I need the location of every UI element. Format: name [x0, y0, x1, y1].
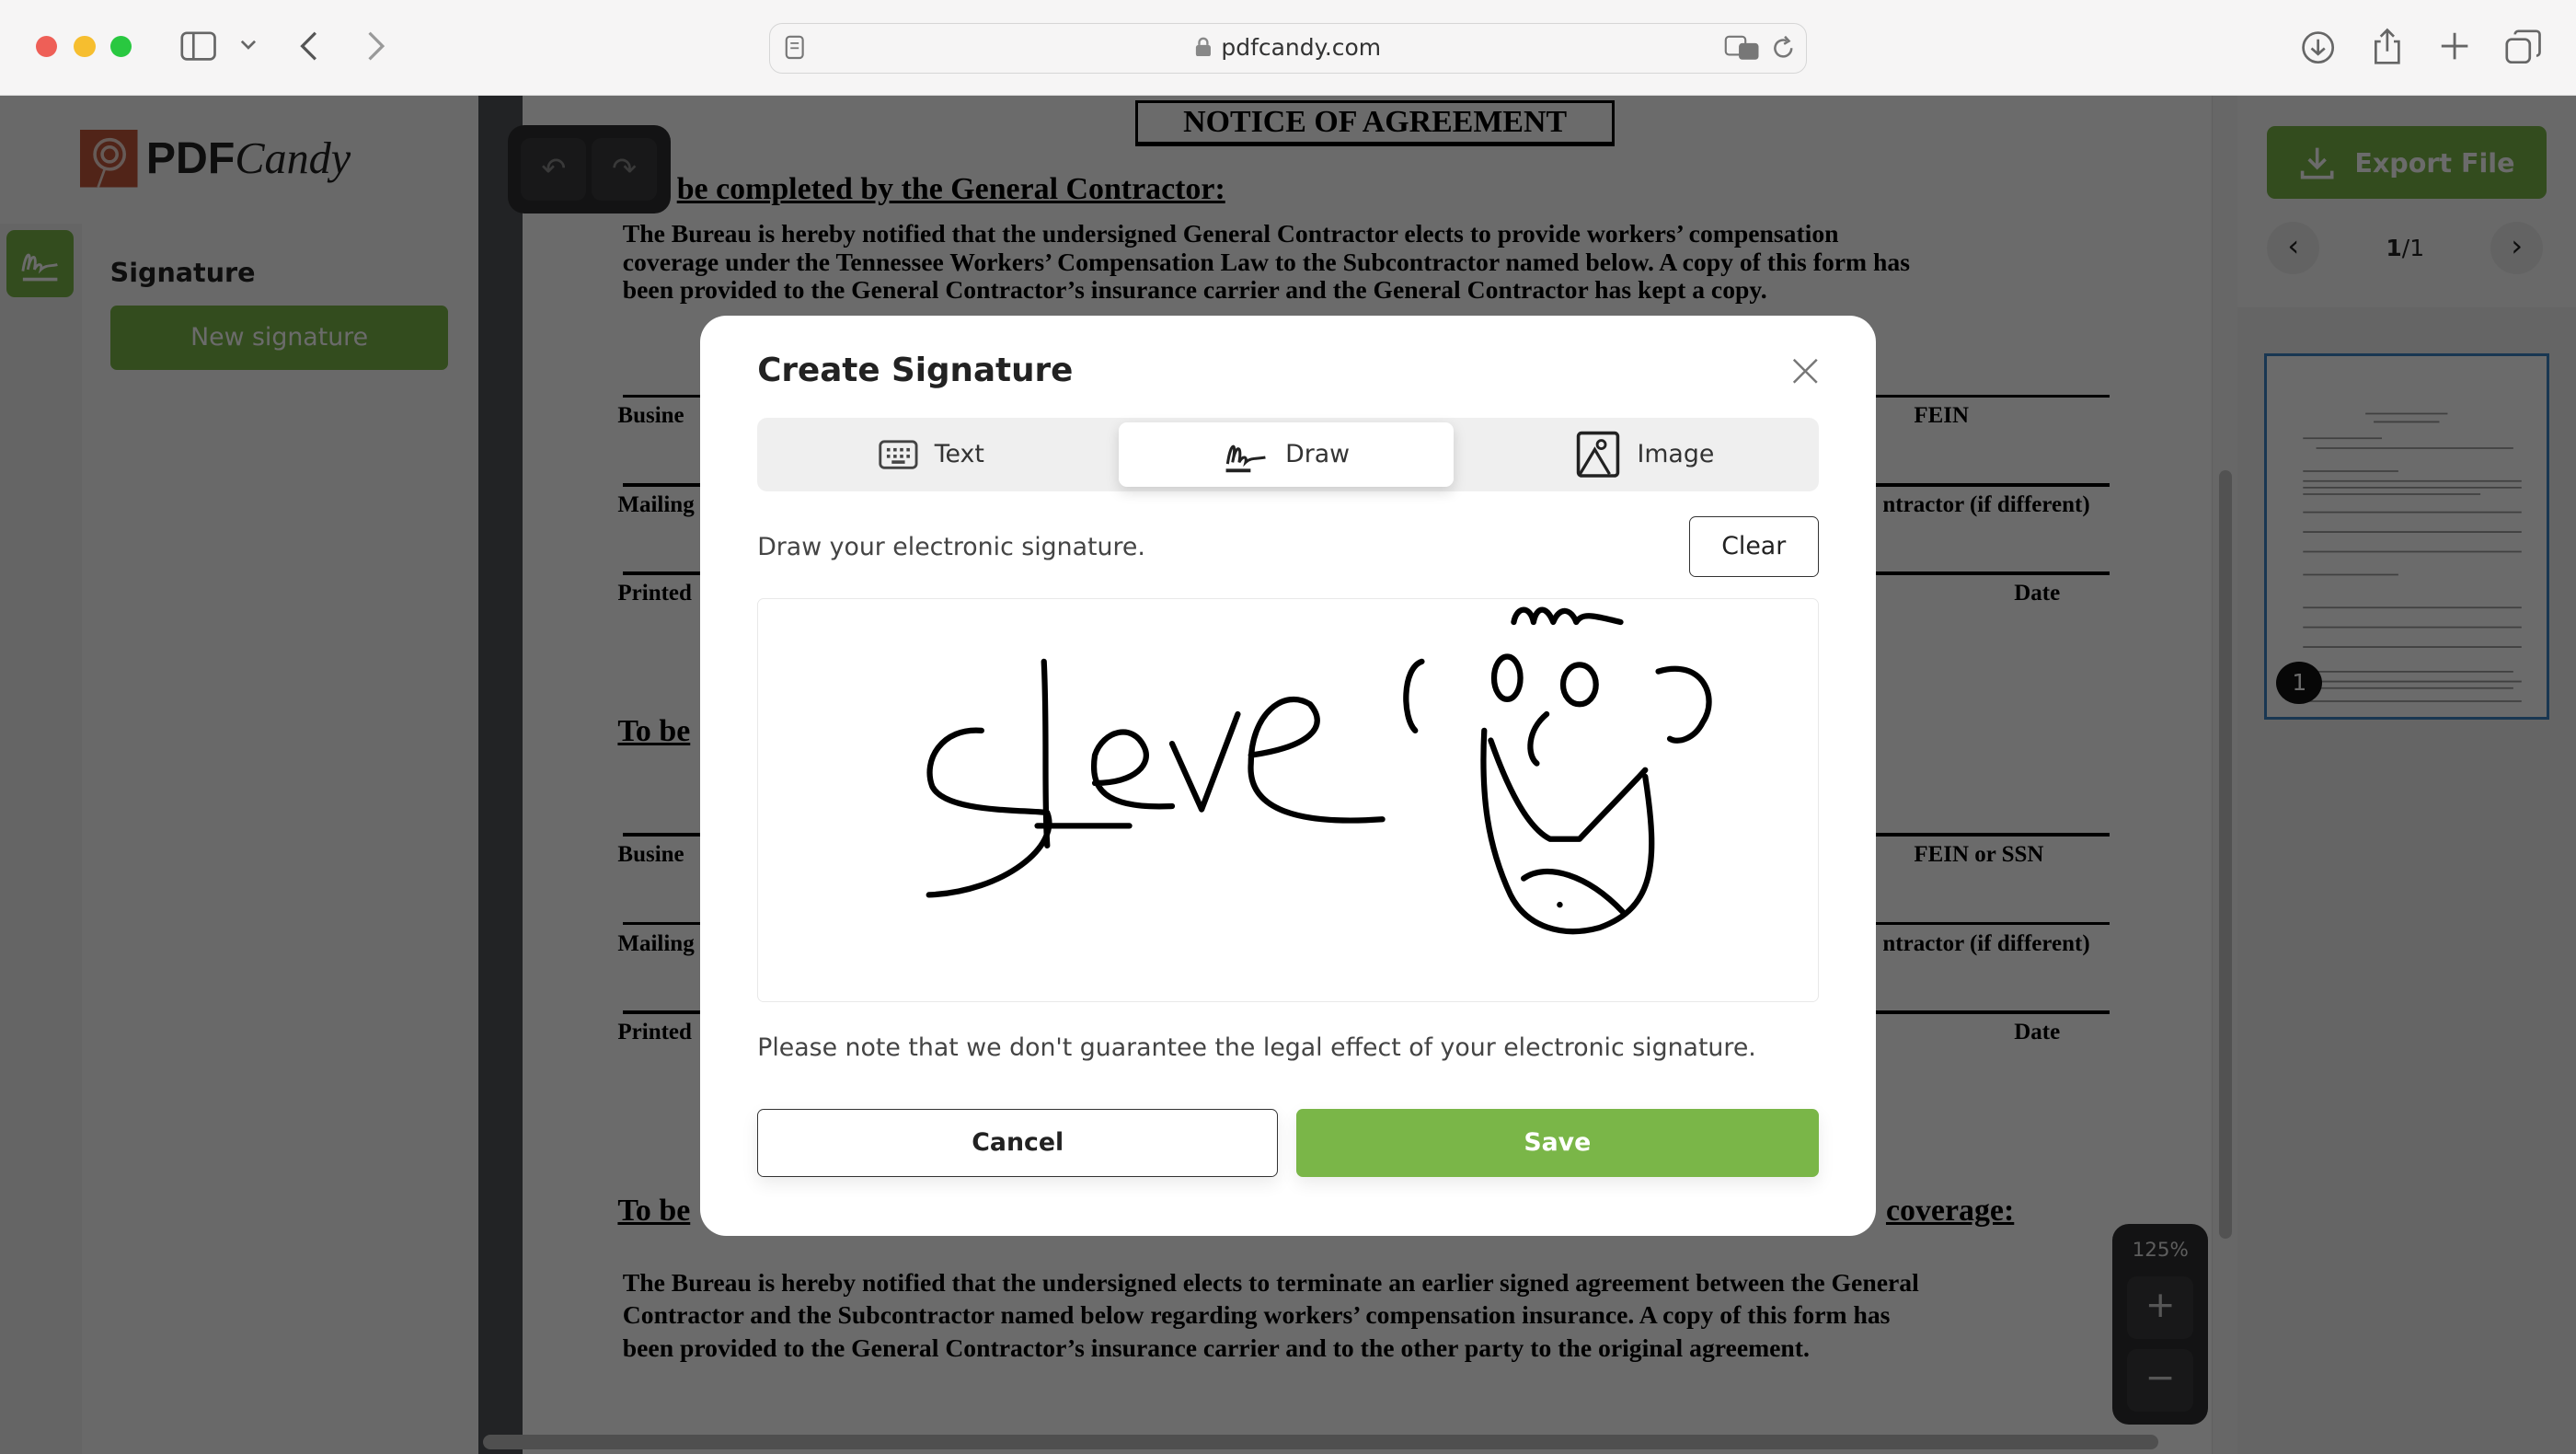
tab-label: Image — [1637, 440, 1715, 469]
tool-strip — [0, 223, 83, 1454]
logo-text-script: Candy — [235, 133, 351, 183]
download-icon[interactable] — [2300, 29, 2336, 65]
field-label: Mailing — [617, 930, 695, 956]
new-tab-icon[interactable] — [2440, 31, 2469, 61]
dialog-title: Create Signature — [757, 352, 1074, 390]
field-label: Printed — [617, 1020, 692, 1045]
section-heading: To be — [617, 1194, 691, 1229]
paragraph-line: coverage under the Tennessee Workers’ Co… — [622, 247, 1910, 276]
field-label: ntractor (if different) — [1882, 491, 2090, 517]
paragraph-line: Contractor and the Subcontractor named b… — [622, 1300, 1891, 1330]
download-icon — [2300, 147, 2334, 179]
url-text: pdfcandy.com — [1221, 33, 1382, 61]
section-heading: be completed by the General Contractor: — [676, 171, 1225, 206]
chevron-left-icon: ‹ — [2287, 228, 2300, 264]
signature-icon — [21, 253, 58, 282]
translate-icon[interactable] — [1724, 35, 1760, 62]
zoom-in-button[interactable]: + — [2127, 1276, 2193, 1340]
redo-icon: ↷ — [612, 150, 638, 186]
logo-text: PDF — [145, 133, 236, 184]
right-panel: Export File ‹ 1/1 › 1 — [2237, 95, 2576, 1454]
document-title: NOTICE OF AGREEMENT — [1134, 99, 1616, 146]
zoom-out-button[interactable]: − — [2127, 1349, 2193, 1412]
signature-canvas[interactable] — [757, 597, 1819, 1003]
plus-icon: + — [2145, 1285, 2176, 1327]
tab-draw[interactable]: Draw — [1119, 421, 1455, 487]
field-label: Mailing — [617, 491, 695, 517]
zoom-level: 125% — [2132, 1239, 2189, 1263]
chevron-right-icon: › — [2511, 228, 2524, 264]
tab-text[interactable]: Text — [764, 422, 1098, 487]
current-page: 1 — [2386, 235, 2402, 262]
minus-icon: − — [2145, 1357, 2176, 1400]
create-signature-dialog: Create Signature Text Draw Image Draw yo… — [699, 315, 1877, 1236]
clear-button[interactable]: Clear — [1688, 515, 1819, 577]
cancel-button[interactable]: Cancel — [757, 1109, 1279, 1177]
zoom-window-button[interactable] — [109, 36, 132, 58]
export-file-label: Export File — [2354, 146, 2515, 179]
field-label: FEIN — [1914, 403, 1970, 429]
close-icon[interactable] — [1792, 358, 1819, 385]
lollipop-logo-icon — [80, 130, 138, 188]
signature-tool-button[interactable] — [6, 229, 75, 298]
paragraph-line: The Bureau is hereby notified that the u… — [622, 219, 1839, 248]
paragraph-line: The Bureau is hereby notified that the u… — [622, 1267, 1919, 1297]
thumbnail-preview — [2302, 412, 2522, 702]
tab-label: Draw — [1285, 440, 1351, 469]
share-icon[interactable] — [2371, 27, 2404, 66]
vertical-scrollbar[interactable] — [2211, 95, 2238, 1454]
zoom-control: 125% + − — [2112, 1224, 2208, 1425]
export-file-button[interactable]: Export File — [2267, 126, 2547, 200]
section-heading: To be — [617, 713, 691, 748]
new-signature-button[interactable]: New signature — [109, 306, 449, 370]
paragraph-line: been provided to the General Contractor’… — [622, 1333, 1810, 1362]
undo-redo-group: ↶ ↷ — [507, 124, 671, 214]
signature-mode-tabs: Text Draw Image — [757, 417, 1819, 491]
section-heading: coverage: — [1885, 1194, 2015, 1229]
browser-toolbar: pdfcandy.com — [0, 0, 2576, 96]
keyboard-icon — [879, 439, 918, 469]
left-panel: PDF Candy Signature New signature — [0, 95, 478, 1454]
total-pages: /1 — [2401, 235, 2425, 262]
redo-button[interactable]: ↷ — [591, 137, 658, 201]
save-button[interactable]: Save — [1295, 1109, 1819, 1177]
sidebar-section-title: Signature — [109, 256, 256, 288]
drawn-signature — [926, 606, 1712, 935]
horizontal-scrollbar[interactable] — [482, 1434, 2159, 1449]
scrollbar-thumb[interactable] — [2218, 469, 2232, 1240]
legal-note: Please note that we don't guarantee the … — [757, 1033, 1756, 1063]
instruction-text: Draw your electronic signature. — [757, 532, 1145, 561]
page-indicator: 1/1 — [2369, 235, 2442, 261]
page-thumbnail[interactable]: 1 — [2263, 352, 2550, 721]
image-icon — [1576, 431, 1619, 478]
address-bar[interactable]: pdfcandy.com — [768, 22, 1808, 75]
reload-icon[interactable] — [1770, 35, 1797, 62]
field-label: FEIN or SSN — [1914, 842, 2044, 868]
document-gutter — [477, 95, 523, 1454]
field-label: Printed — [617, 581, 692, 606]
minimize-window-button[interactable] — [74, 36, 96, 58]
field-label: Date — [2014, 1020, 2061, 1045]
undo-button[interactable]: ↶ — [521, 137, 587, 201]
field-label: Date — [2014, 581, 2061, 606]
sidebar-icon[interactable] — [180, 31, 217, 61]
close-window-button[interactable] — [36, 36, 58, 58]
undo-icon: ↶ — [541, 150, 567, 186]
next-page-button[interactable]: › — [2490, 222, 2544, 275]
chevron-down-icon[interactable] — [240, 40, 257, 52]
paragraph-line: been provided to the General Contractor’… — [622, 274, 1767, 304]
signature-icon — [1225, 444, 1267, 473]
tab-label: Text — [934, 440, 984, 469]
field-label: Busine — [617, 403, 684, 429]
lock-icon — [1195, 37, 1211, 57]
field-label: Busine — [617, 842, 684, 868]
logo: PDF Candy — [80, 130, 351, 188]
tab-image[interactable]: Image — [1477, 422, 1811, 487]
tabs-overview-icon[interactable] — [2505, 29, 2542, 65]
forward-icon[interactable] — [366, 31, 385, 61]
field-label: ntractor (if different) — [1882, 930, 2090, 956]
back-icon[interactable] — [299, 31, 318, 61]
